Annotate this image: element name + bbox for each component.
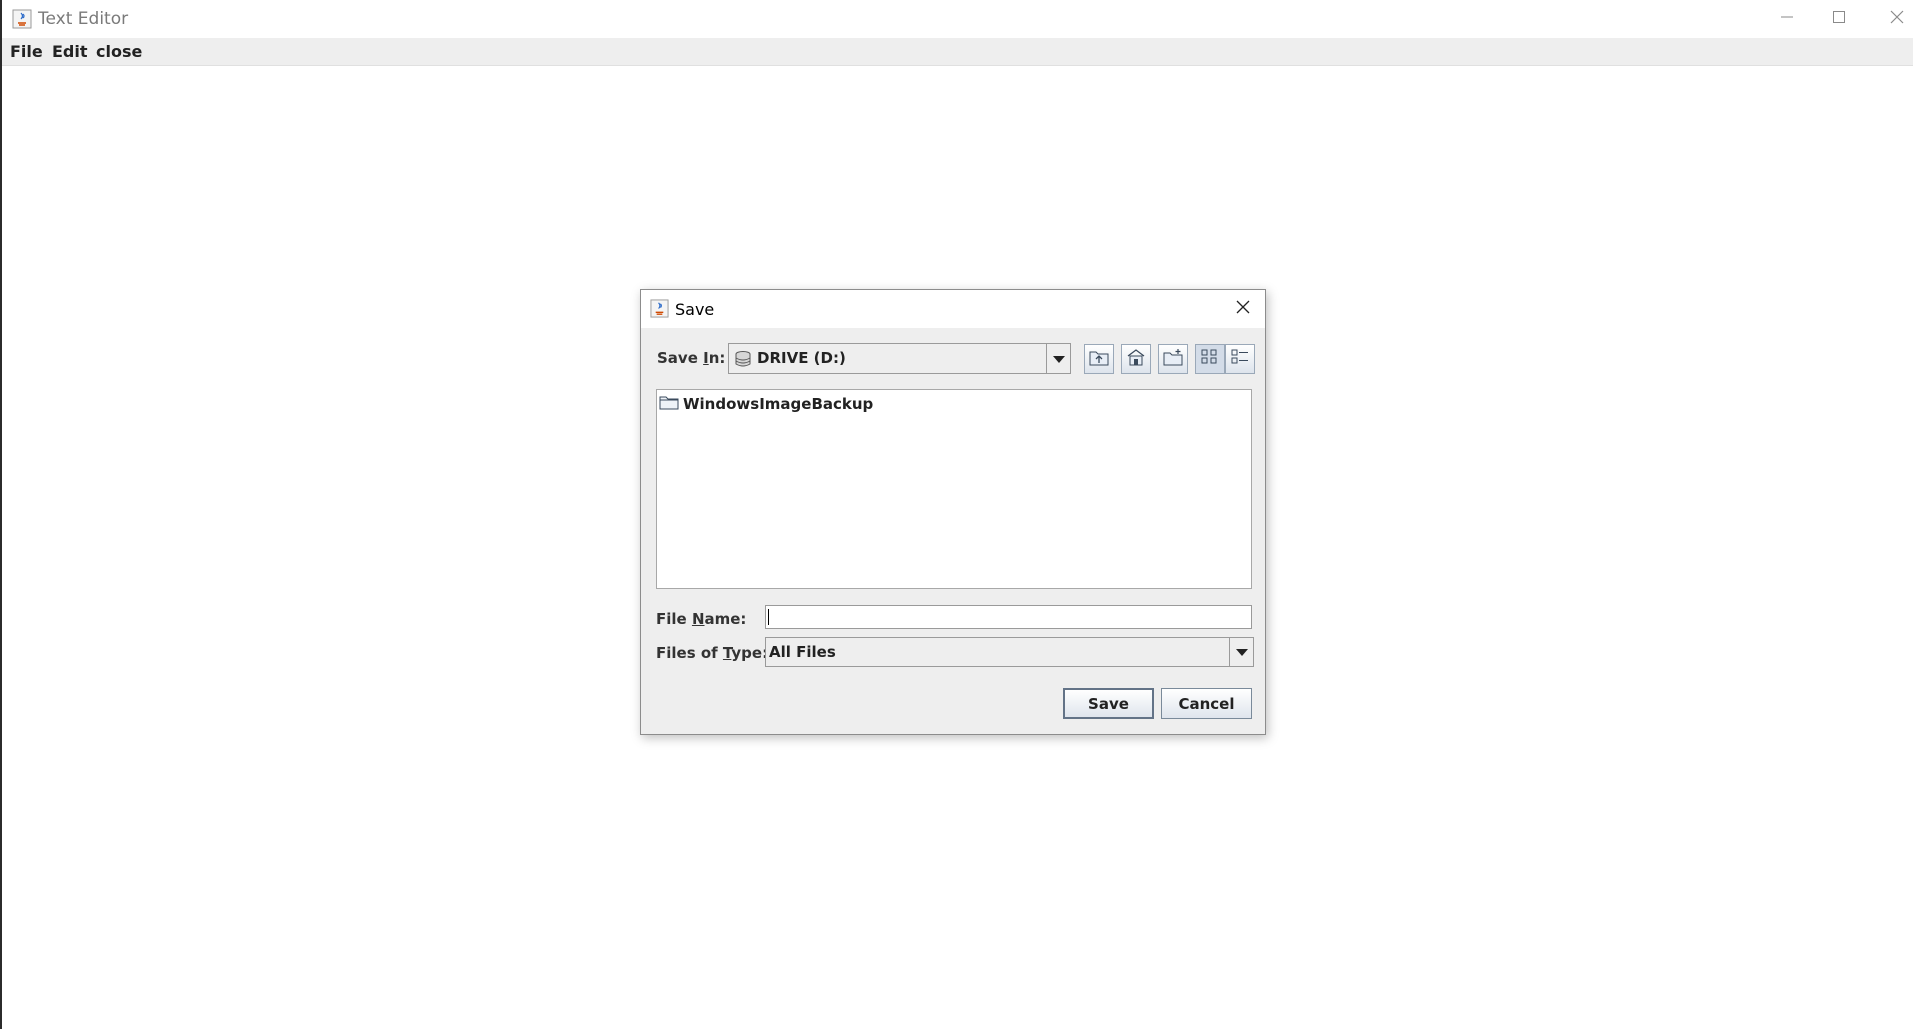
save-button[interactable]: Save [1063,688,1154,719]
save-in-combo[interactable]: DRIVE (D:) [728,343,1071,374]
menu-file[interactable]: File [10,42,43,61]
save-in-dropdown-button[interactable] [1046,344,1070,373]
file-name: WindowsImageBackup [683,395,874,413]
files-of-type-label: Files of Type: [656,644,769,662]
menu-bar: File Edit close [2,38,1913,66]
home-icon [1126,348,1146,370]
list-view-icon [1200,348,1220,370]
dialog-title: Save [675,300,715,319]
files-of-type-dropdown-button[interactable] [1229,638,1253,666]
close-icon [1890,10,1904,28]
java-app-icon [650,299,669,318]
up-one-level-button[interactable] [1084,344,1114,374]
files-of-type-combo[interactable]: All Files [765,637,1254,667]
close-icon [1235,299,1251,319]
close-window-button[interactable] [1868,0,1913,38]
up-folder-icon [1089,348,1109,370]
save-in-label: Save In: [657,349,726,367]
dialog-close-button[interactable] [1229,296,1257,322]
list-item[interactable]: WindowsImageBackup [659,394,873,414]
new-folder-button[interactable] [1158,344,1188,374]
new-folder-icon [1163,348,1183,370]
maximize-icon [1832,10,1846,28]
home-button[interactable] [1121,344,1151,374]
menu-close[interactable]: close [96,42,142,61]
maximize-button[interactable] [1810,0,1868,38]
menu-edit[interactable]: Edit [52,42,88,61]
details-view-icon [1230,348,1250,370]
title-bar: Text Editor [2,0,1913,38]
folder-icon [659,394,679,414]
text-caret [768,609,769,625]
list-view-button[interactable] [1195,344,1225,374]
chevron-down-icon [1235,643,1248,661]
minimize-button[interactable] [1758,0,1816,38]
dialog-title-bar: Save [641,290,1265,328]
save-in-value: DRIVE (D:) [757,349,846,367]
details-view-button[interactable] [1225,344,1255,374]
window-title: Text Editor [38,9,129,29]
save-dialog: Save Save In: DRIVE (D:) WindowsImageBac… [640,289,1266,735]
cancel-button[interactable]: Cancel [1161,688,1252,719]
file-list[interactable]: WindowsImageBackup [656,389,1252,589]
chevron-down-icon [1052,350,1065,368]
file-name-label: File Name: [656,610,747,628]
drive-icon [734,350,752,372]
file-name-input[interactable] [765,605,1252,629]
java-app-icon [12,9,32,29]
minimize-icon [1780,10,1794,28]
files-of-type-value: All Files [769,643,836,661]
